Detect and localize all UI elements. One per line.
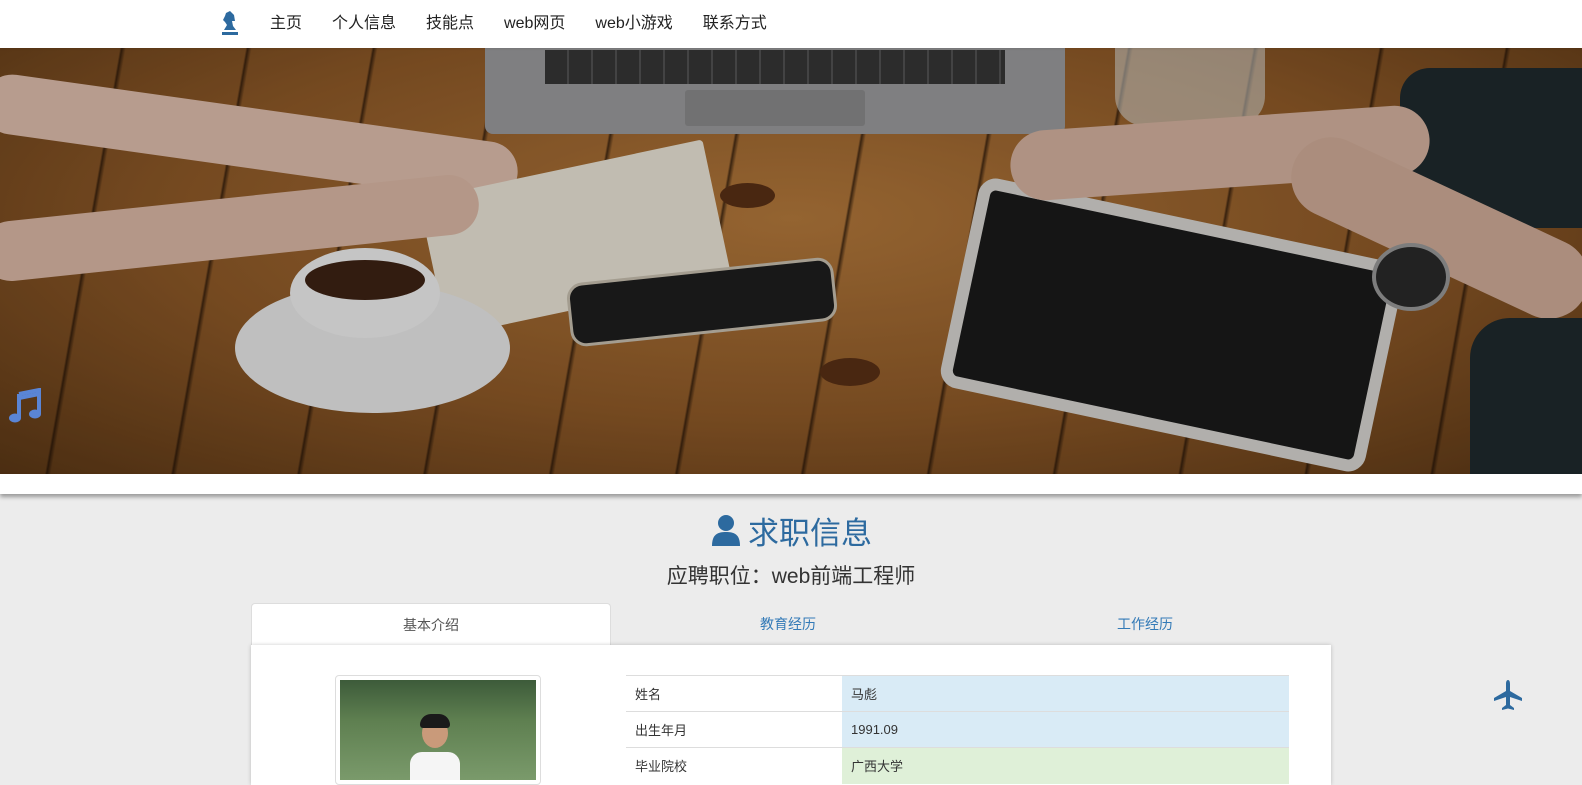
nav-item-home[interactable]: 主页 <box>255 0 317 48</box>
chess-knight-icon[interactable] <box>220 11 240 37</box>
table-cell-key: 出生年月 <box>626 711 842 748</box>
profile-photo <box>340 680 536 780</box>
info-table: 姓名 马彪 出生年月 1991.09 毕业院校 广西大学 <box>626 675 1289 784</box>
nav-menu: 主页 个人信息 技能点 web网页 web小游戏 联系方式 <box>255 0 782 48</box>
table-cell-key: 毕业院校 <box>626 747 842 784</box>
photo-person-body <box>410 752 460 780</box>
nav-item-skills[interactable]: 技能点 <box>411 0 489 48</box>
table-row: 出生年月 1991.09 <box>626 711 1289 748</box>
nav-item-web-pages[interactable]: web网页 <box>489 0 580 48</box>
hero-overlay <box>0 48 1582 474</box>
tab-bar: 基本介绍 教育经历 工作经历 <box>251 603 1331 646</box>
nav-item-contact[interactable]: 联系方式 <box>688 0 782 48</box>
job-position: 应聘职位：web前端工程师 <box>666 565 916 588</box>
table-cell-key: 姓名 <box>626 675 842 712</box>
tab-work-experience[interactable]: 工作经历 <box>965 603 1325 645</box>
table-cell-value: 马彪 <box>842 675 1289 712</box>
music-note-icon[interactable] <box>8 388 42 424</box>
tab-panel: 姓名 马彪 出生年月 1991.09 毕业院校 广西大学 <box>251 645 1331 785</box>
person-icon <box>712 515 740 546</box>
table-row: 毕业院校 广西大学 <box>626 747 1289 784</box>
table-row: 姓名 马彪 <box>626 675 1289 712</box>
tab-education[interactable]: 教育经历 <box>608 603 968 645</box>
airplane-icon[interactable] <box>1492 679 1524 711</box>
section-title-text: 求职信息 <box>748 516 872 551</box>
navbar: 主页 个人信息 技能点 web网页 web小游戏 联系方式 <box>0 0 1582 48</box>
nav-item-personal-info[interactable]: 个人信息 <box>317 0 411 48</box>
photo-person-hair <box>420 714 450 728</box>
profile-photo-frame <box>335 675 541 785</box>
nav-item-web-games[interactable]: web小游戏 <box>580 0 687 48</box>
table-cell-value: 广西大学 <box>842 747 1289 784</box>
hero-banner <box>0 48 1582 474</box>
hero-bottom-strip <box>0 474 1582 494</box>
tab-basic-intro[interactable]: 基本介绍 <box>251 603 611 646</box>
table-cell-value: 1991.09 <box>842 711 1289 748</box>
section-title: 求职信息 <box>0 508 1582 553</box>
